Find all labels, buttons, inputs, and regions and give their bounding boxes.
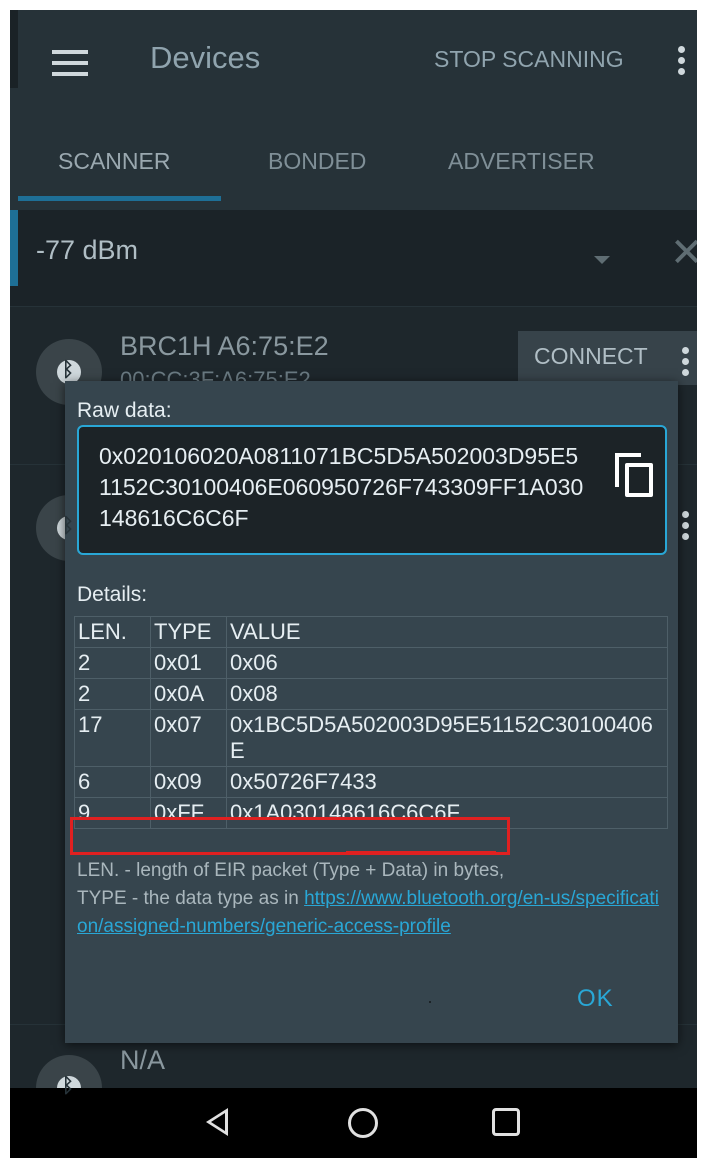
close-icon[interactable]: ✕ (670, 230, 697, 276)
cell-type: 0x01 (150, 647, 227, 679)
cell-len: 2 (74, 678, 151, 710)
ok-button[interactable]: OK (577, 985, 614, 1013)
recents-icon[interactable] (492, 1108, 520, 1136)
raw-data-dialog: Raw data: 0x020106020A0811071BC5D5A50200… (65, 381, 678, 1043)
table-header-row: LEN. TYPE VALUE (74, 616, 668, 648)
header-value: VALUE (226, 616, 668, 648)
stop-scanning-button[interactable]: STOP SCANNING (434, 46, 624, 73)
app-bar-edge (10, 10, 18, 88)
cell-value: 0x06 (226, 647, 668, 679)
cell-len: 6 (74, 766, 151, 798)
overflow-menu-icon[interactable] (678, 46, 686, 79)
legend-type: TYPE - the data type as in https://www.b… (77, 885, 667, 941)
device-overflow-icon[interactable] (682, 347, 690, 380)
cell-type: 0x07 (150, 709, 227, 767)
cell-type: 0x0A (150, 678, 227, 710)
system-nav-bar (10, 1088, 697, 1158)
tab-bonded[interactable]: BONDED (268, 148, 366, 175)
screen: Devices STOP SCANNING SCANNER BONDED ADV… (10, 10, 697, 1158)
raw-data-box: 0x020106020A0811071BC5D5A502003D95E51152… (77, 425, 667, 555)
device-name: BRC1H A6:75:E2 (120, 331, 329, 361)
details-legend: LEN. - length of EIR packet (Type + Data… (77, 857, 667, 941)
tab-scanner[interactable]: SCANNER (58, 148, 170, 175)
cell-value: 0x1BC5D5A502003D95E51152C30100406E (226, 709, 668, 767)
highlight-box (70, 817, 510, 855)
page-title: Devices (150, 40, 261, 75)
copy-icon[interactable] (615, 453, 653, 497)
table-row: 6 0x09 0x50726F7433 (74, 766, 668, 798)
tab-advertiser[interactable]: ADVERTISER (448, 148, 595, 175)
connect-button-label: CONNECT (534, 343, 648, 369)
details-label: Details: (77, 583, 148, 606)
cell-value: 0x08 (226, 678, 668, 710)
legend-type-prefix: TYPE - the data type as in (77, 888, 305, 909)
connect-button[interactable]: CONNECT (518, 331, 697, 385)
filter-edge (10, 210, 18, 286)
dot (429, 1001, 431, 1003)
menu-icon[interactable] (52, 50, 88, 76)
header-len: LEN. (74, 616, 151, 648)
cell-value: 0x50726F7433 (226, 766, 668, 798)
details-table: LEN. TYPE VALUE 2 0x01 0x06 2 0x0A 0x08 … (74, 616, 668, 829)
rssi-filter-bar[interactable]: -77 dBm ✕ (10, 210, 697, 306)
legend-len: LEN. - length of EIR packet (Type + Data… (77, 860, 505, 881)
raw-data-label: Raw data: (77, 399, 172, 422)
table-row: 17 0x07 0x1BC5D5A502003D95E51152C3010040… (74, 709, 668, 767)
cell-len: 2 (74, 647, 151, 679)
table-row: 2 0x0A 0x08 (74, 678, 668, 710)
rssi-filter-value: -77 dBm (36, 235, 139, 265)
table-row: 2 0x01 0x06 (74, 647, 668, 679)
tab-indicator (18, 196, 221, 201)
device-name: N/A (120, 1045, 166, 1075)
device-overflow-icon[interactable] (682, 511, 690, 544)
cell-type: 0x09 (150, 766, 227, 798)
app-bar: Devices STOP SCANNING (10, 10, 697, 114)
dropdown-arrow-icon[interactable] (594, 256, 610, 264)
header-type: TYPE (150, 616, 227, 648)
highlight-underline (346, 851, 496, 854)
cell-len: 17 (74, 709, 151, 767)
back-icon-inner (211, 1113, 225, 1131)
home-icon[interactable] (348, 1108, 378, 1138)
raw-data-value[interactable]: 0x020106020A0811071BC5D5A502003D95E51152… (99, 441, 589, 534)
